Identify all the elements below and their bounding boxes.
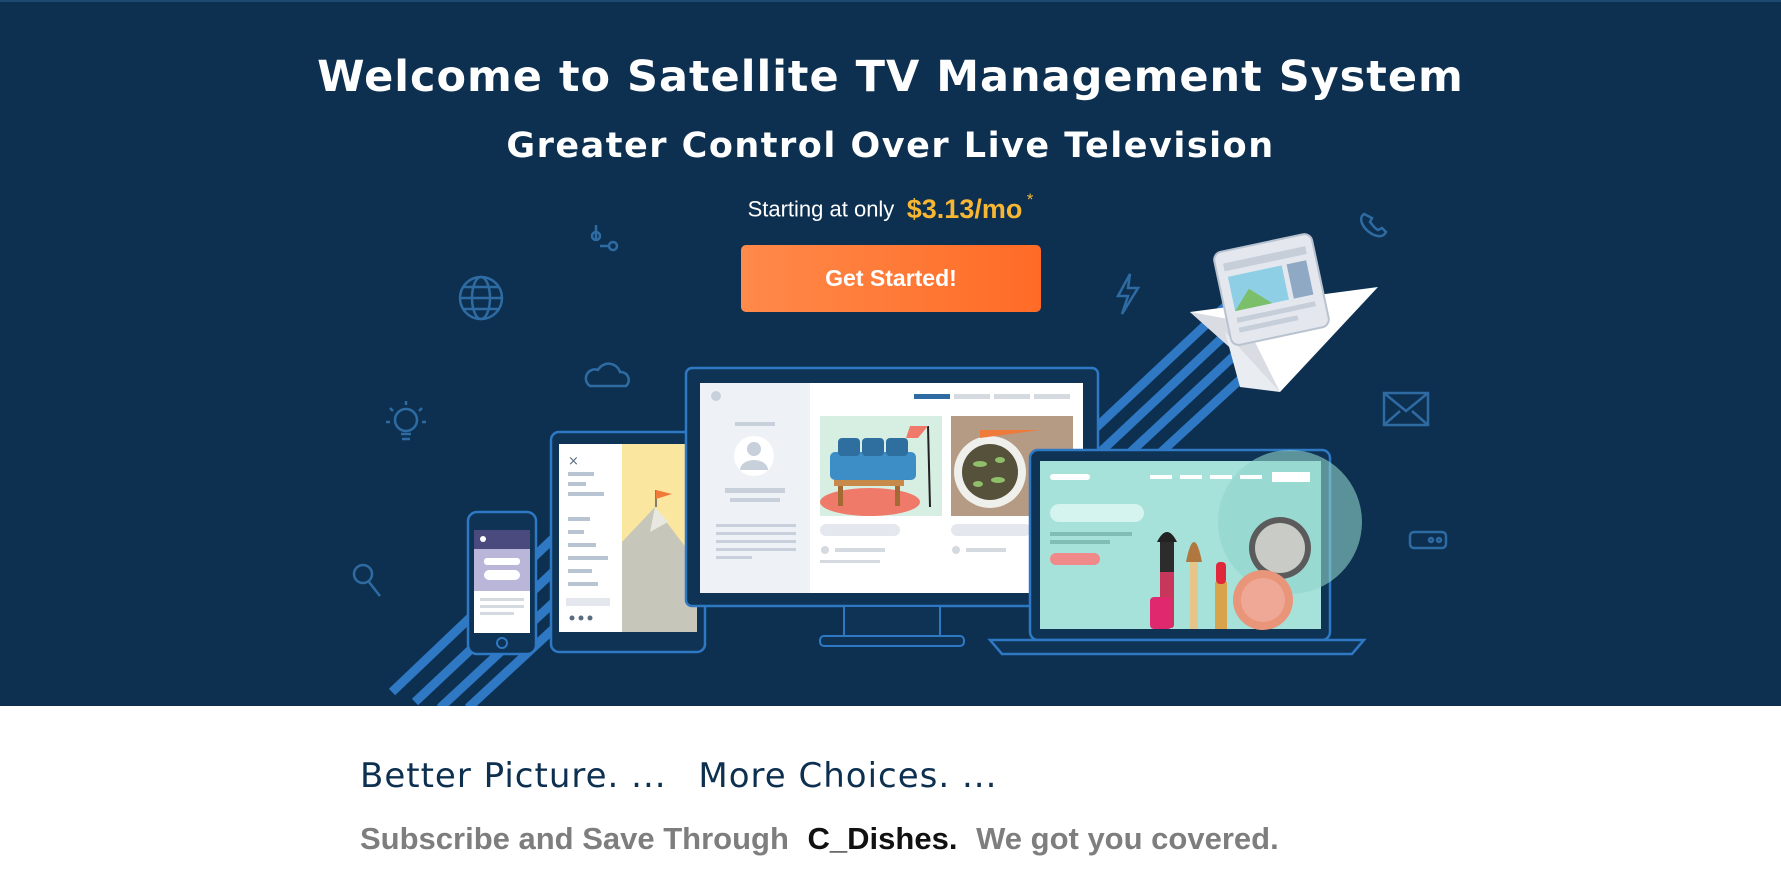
- lightbulb-icon: [386, 401, 426, 441]
- toggle-icon: [1408, 530, 1448, 550]
- brand-name: C_Dishes.: [807, 821, 958, 856]
- page-subtitle: Greater Control Over Live Television: [506, 126, 1275, 166]
- price-line: Starting at only $3.13/mo *: [0, 190, 1781, 225]
- cloud-icon: [584, 362, 630, 388]
- price-asterisk: *: [1026, 190, 1034, 209]
- page-title: Welcome to Satellite TV Management Syste…: [317, 52, 1464, 102]
- devices-illustration: ×: [352, 212, 1448, 706]
- price-prefix: Starting at only: [747, 196, 895, 222]
- search-icon: [352, 563, 381, 597]
- phone-device: [466, 510, 538, 656]
- price-value: $3.13/mo: [906, 194, 1023, 224]
- flow-icon: [590, 225, 619, 252]
- lightning-icon: [1115, 273, 1141, 315]
- globe-icon: [458, 275, 504, 321]
- subscribe-prefix: Subscribe and Save Through: [360, 821, 789, 856]
- browser-card: [1213, 233, 1330, 346]
- subscribe-line: Subscribe and Save Through C_Dishes. We …: [360, 821, 1279, 857]
- svg-text:×: ×: [568, 454, 579, 469]
- laptop-device: [987, 448, 1367, 656]
- tablet-device: ×: [549, 430, 707, 654]
- subscribe-suffix: We got you covered.: [976, 821, 1279, 856]
- content-section: Better Picture. ... More Choices. ... Su…: [0, 706, 1781, 877]
- get-started-button[interactable]: Get Started!: [741, 245, 1041, 312]
- headline: Better Picture. ... More Choices. ...: [360, 756, 1017, 796]
- headline-part-2: More Choices. ...: [698, 756, 998, 796]
- hero-section: × Welcome to Satellite TV Management Sys…: [0, 0, 1781, 706]
- headline-part-1: Better Picture. ...: [360, 756, 667, 796]
- mail-icon: [1382, 391, 1430, 427]
